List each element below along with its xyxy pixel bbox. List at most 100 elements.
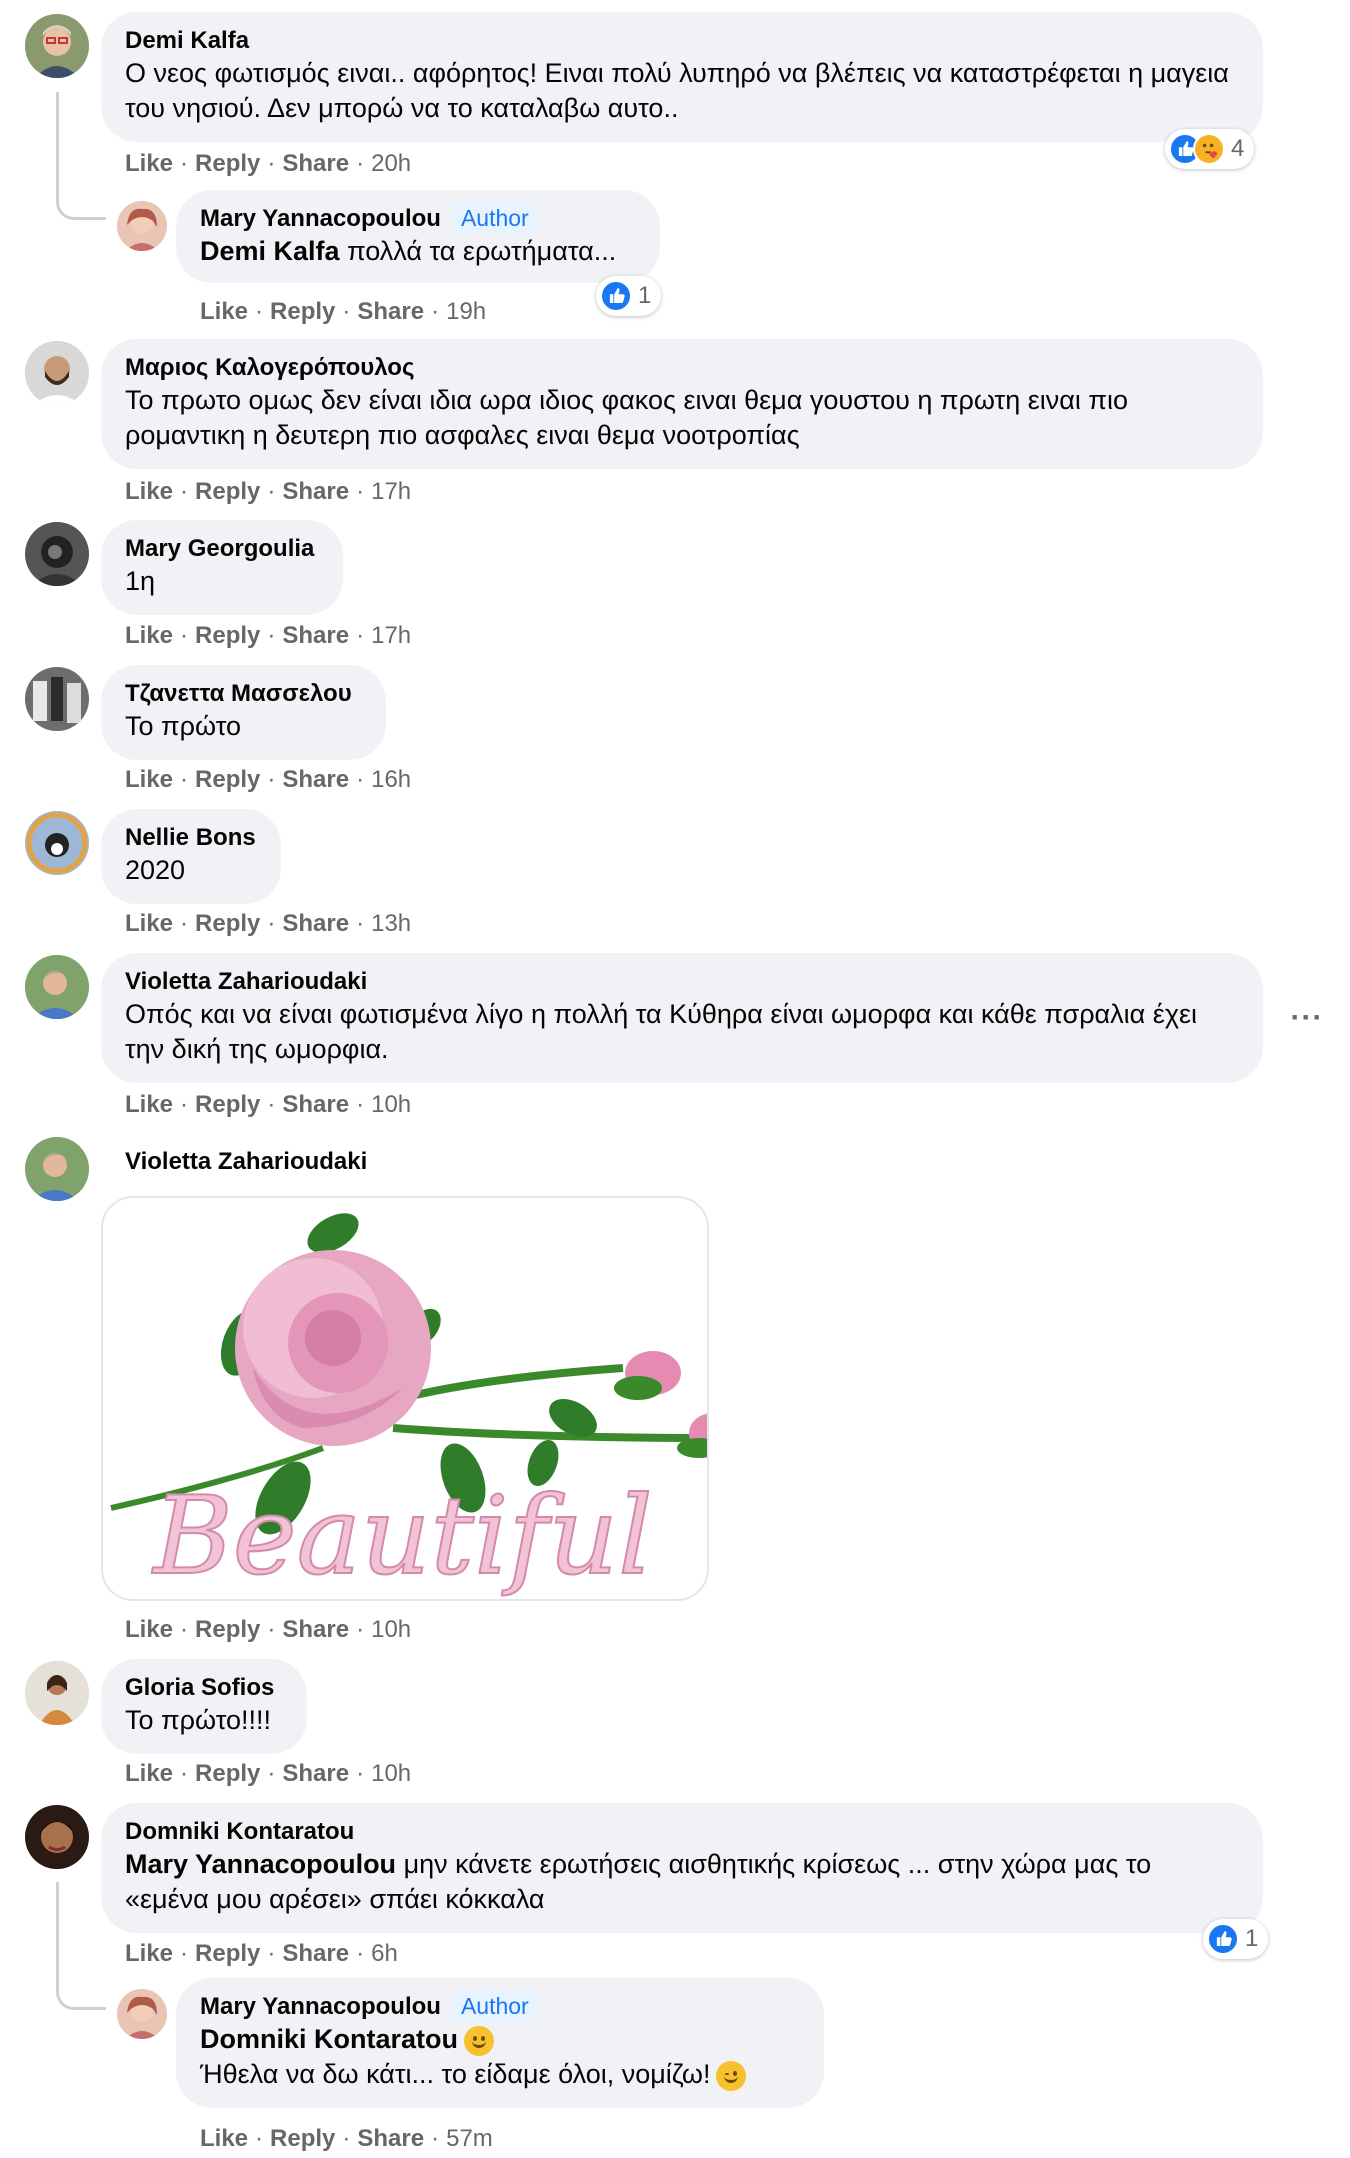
timestamp[interactable]: 17h: [371, 622, 411, 649]
more-horizontal-icon[interactable]: ···: [1285, 996, 1329, 1040]
comment-bubble: Domniki Kontaratou Mary Yannacopoulou μη…: [101, 1803, 1263, 1933]
reply-link[interactable]: Reply: [270, 298, 335, 325]
share-link[interactable]: Share: [282, 1760, 349, 1787]
like-link[interactable]: Like: [200, 298, 248, 325]
comment-text: 1η: [125, 566, 156, 596]
commenter-name[interactable]: Mary Yannacopoulou: [200, 1992, 441, 2022]
commenter-name[interactable]: Domniki Kontaratou: [125, 1817, 354, 1847]
share-link[interactable]: Share: [357, 2125, 424, 2152]
avatar[interactable]: [117, 201, 167, 251]
reactions-count[interactable]: 1: [596, 276, 662, 316]
comment-text: Domniki Kontaratou: [200, 2022, 800, 2057]
reply-bubble: Mary Yannacopoulou Author Demi Kalfa πολλ…: [176, 190, 660, 283]
timestamp[interactable]: 19h: [446, 298, 486, 325]
like-link[interactable]: Like: [125, 1616, 173, 1643]
avatar[interactable]: [117, 1989, 167, 2039]
comments-section: Demi Kalfa Ο νεος φωτισμός ειναι.. αφόρη…: [0, 0, 1350, 2158]
comment-actions: Like · Reply · Share · 19h: [200, 298, 487, 325]
reply-link[interactable]: Reply: [195, 1616, 260, 1643]
reaction-count: 1: [1245, 1925, 1259, 1952]
like-link[interactable]: Like: [125, 910, 173, 937]
reactions-count[interactable]: 1: [1203, 1919, 1269, 1959]
timestamp[interactable]: 10h: [371, 1760, 411, 1787]
like-link[interactable]: Like: [200, 2125, 248, 2152]
slightly-smiling-emoji: [464, 2025, 495, 2056]
avatar[interactable]: [25, 1137, 89, 1201]
reply-link[interactable]: Reply: [195, 1760, 260, 1787]
comment-text: Mary Yannacopoulou μην κάνετε ερωτήσεις …: [125, 1849, 1152, 1914]
reply-link[interactable]: Reply: [195, 910, 260, 937]
reply-link[interactable]: Reply: [195, 1091, 260, 1118]
timestamp[interactable]: 10h: [371, 1091, 411, 1118]
avatar[interactable]: [25, 955, 89, 1019]
commenter-name[interactable]: Μαριος Καλογερόπουλος: [125, 353, 414, 383]
rose-icon: Beautiful: [110, 1213, 707, 1599]
like-link[interactable]: Like: [125, 1091, 173, 1118]
comment-bubble: Μαριος Καλογερόπουλος Το πρωτο ομως δεν …: [101, 339, 1263, 469]
timestamp[interactable]: 20h: [371, 150, 411, 177]
mention-link[interactable]: Mary Yannacopoulou: [125, 1849, 396, 1879]
share-link[interactable]: Share: [282, 910, 349, 937]
commenter-name[interactable]: Nellie Bons: [125, 823, 256, 853]
thread-line: [56, 1882, 106, 2010]
timestamp[interactable]: 13h: [371, 910, 411, 937]
commenter-name[interactable]: Violetta Zaharioudaki: [125, 1147, 367, 1177]
reply-link[interactable]: Reply: [195, 622, 260, 649]
reply-link[interactable]: Reply: [195, 1940, 260, 1967]
avatar[interactable]: [25, 1661, 89, 1725]
like-reaction-icon: [600, 280, 632, 312]
mention-link[interactable]: Domniki Kontaratou: [200, 2024, 458, 2054]
avatar[interactable]: [25, 667, 89, 731]
comment-text: Το πρώτο!!!!: [125, 1705, 272, 1735]
commenter-name[interactable]: Violetta Zaharioudaki: [125, 967, 367, 997]
reply-link[interactable]: Reply: [270, 2125, 335, 2152]
like-link[interactable]: Like: [125, 150, 173, 177]
timestamp[interactable]: 6h: [371, 1940, 398, 1967]
like-link[interactable]: Like: [125, 622, 173, 649]
sticker-attachment[interactable]: Beautiful: [101, 1196, 709, 1601]
comment-actions: Like · Reply · Share · 10h: [125, 1091, 412, 1118]
commenter-name[interactable]: Τζανεττα Μασσελου: [125, 679, 352, 709]
comment-text: Το πρώτο: [125, 711, 242, 741]
timestamp[interactable]: 10h: [371, 1616, 411, 1643]
like-link[interactable]: Like: [125, 1940, 173, 1967]
comment-actions: Like · Reply · Share · 13h: [125, 910, 412, 937]
reaction-count: 4: [1231, 135, 1245, 162]
comment-actions: Like · Reply · Share · 57m: [200, 2125, 493, 2152]
comment-bubble: Nellie Bons 2020: [101, 809, 281, 904]
reply-link[interactable]: Reply: [195, 150, 260, 177]
share-link[interactable]: Share: [282, 478, 349, 505]
like-link[interactable]: Like: [125, 766, 173, 793]
timestamp[interactable]: 57m: [446, 2125, 493, 2152]
commenter-name[interactable]: Mary Georgoulia: [125, 534, 314, 564]
comment-actions: Like · Reply · Share · 16h: [125, 766, 412, 793]
avatar[interactable]: [25, 811, 89, 875]
commenter-name[interactable]: Gloria Sofios: [125, 1673, 274, 1703]
like-link[interactable]: Like: [125, 1760, 173, 1787]
comment-text: Ήθελα να δω κάτι... το είδαμε όλοι, νομί…: [200, 2057, 800, 2092]
reply-link[interactable]: Reply: [195, 478, 260, 505]
avatar[interactable]: [25, 341, 89, 405]
comment-actions: Like · Reply · Share · 17h: [125, 622, 412, 649]
mention-link[interactable]: Demi Kalfa: [200, 236, 340, 266]
share-link[interactable]: Share: [282, 1091, 349, 1118]
share-link[interactable]: Share: [282, 766, 349, 793]
like-link[interactable]: Like: [125, 478, 173, 505]
reply-link[interactable]: Reply: [195, 766, 260, 793]
share-link[interactable]: Share: [282, 1940, 349, 1967]
share-link[interactable]: Share: [282, 622, 349, 649]
commenter-name[interactable]: Mary Yannacopoulou: [200, 204, 441, 234]
share-link[interactable]: Share: [282, 150, 349, 177]
reactions-count[interactable]: 4: [1165, 129, 1255, 169]
avatar[interactable]: [25, 522, 89, 586]
timestamp[interactable]: 16h: [371, 766, 411, 793]
avatar[interactable]: [25, 1805, 89, 1869]
share-link[interactable]: Share: [357, 298, 424, 325]
avatar[interactable]: [25, 14, 89, 78]
reply-bubble: Mary Yannacopoulou Author Domniki Kontara…: [176, 1978, 824, 2108]
commenter-name[interactable]: Demi Kalfa: [125, 26, 249, 56]
comment-actions: Like · Reply · Share · 6h: [125, 1940, 398, 1967]
timestamp[interactable]: 17h: [371, 478, 411, 505]
share-link[interactable]: Share: [282, 1616, 349, 1643]
comment-bubble: Mary Georgoulia 1η: [101, 520, 343, 615]
